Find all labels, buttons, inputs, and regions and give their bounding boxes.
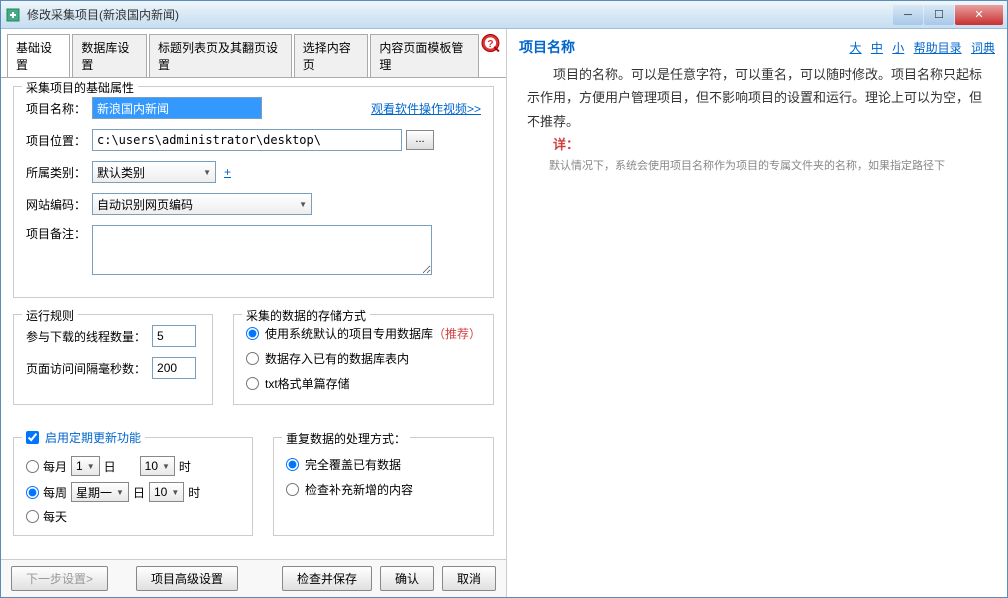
- detail-label: 详：: [553, 137, 579, 152]
- help-title: 项目名称: [519, 37, 575, 57]
- project-name-input[interactable]: [92, 97, 262, 119]
- tab-database[interactable]: 数据库设置: [72, 34, 147, 78]
- close-button[interactable]: ✕: [955, 5, 1003, 25]
- schedule-daily-radio[interactable]: [26, 510, 39, 523]
- run-legend: 运行规则: [22, 307, 78, 324]
- duplicate-fieldset: 重复数据的处理方式： 完全覆盖已有数据 检查补充新增的内容: [273, 437, 494, 536]
- schedule-weekly-radio[interactable]: [26, 486, 39, 499]
- dup-overwrite-radio[interactable]: [286, 458, 299, 471]
- tab-bar: 基础设置 数据库设置 标题列表页及其翻页设置 选择内容页 内容页面模板管理 ?: [1, 29, 506, 77]
- monthly-label: 每月: [43, 458, 67, 475]
- storage-opt3: txt格式单篇存储: [265, 375, 350, 392]
- prev-button[interactable]: 下一步设置>: [11, 566, 108, 591]
- button-bar: 下一步设置> 项目高级设置 检查并保存 确认 取消: [1, 559, 506, 597]
- cancel-button[interactable]: 取消: [442, 566, 496, 591]
- remark-textarea[interactable]: [92, 225, 432, 275]
- path-label: 项目位置：: [26, 132, 92, 149]
- storage-opt1: 使用系统默认的项目专用数据库: [265, 325, 433, 342]
- basic-legend: 采集项目的基础属性: [22, 79, 138, 96]
- check-save-button[interactable]: 检查并保存: [282, 566, 372, 591]
- help-icon[interactable]: ?: [481, 33, 500, 53]
- schedule-monthly-radio[interactable]: [26, 460, 39, 473]
- tab-listpage[interactable]: 标题列表页及其翻页设置: [149, 34, 292, 78]
- tab-template[interactable]: 内容页面模板管理: [370, 34, 479, 78]
- help-catalog-link[interactable]: 帮助目录: [914, 41, 962, 55]
- minimize-button[interactable]: ─: [893, 5, 923, 25]
- hour-unit: 时: [179, 458, 191, 475]
- storage-radio-default[interactable]: [246, 327, 259, 340]
- dict-link[interactable]: 词典: [971, 41, 995, 55]
- day-unit: 日: [104, 458, 116, 475]
- category-value: 默认类别: [97, 164, 145, 181]
- window-controls: ─ ☐ ✕: [892, 5, 1003, 25]
- storage-legend: 采集的数据的存储方式: [242, 307, 370, 324]
- tab-basic[interactable]: 基础设置: [7, 34, 70, 78]
- encoding-dropdown[interactable]: 自动识别网页编码 ▼: [92, 193, 312, 215]
- storage-radio-txt[interactable]: [246, 377, 259, 390]
- interval-label: 页面访问间隔毫秒数：: [26, 360, 146, 377]
- app-window: 修改采集项目(新浪国内新闻) ─ ☐ ✕ 基础设置 数据库设置 标题列表页及其翻…: [0, 0, 1008, 598]
- project-path-input[interactable]: [92, 129, 402, 151]
- remark-label: 项目备注：: [26, 225, 92, 242]
- weekly-hour-dropdown[interactable]: 10▼: [149, 482, 184, 502]
- schedule-enable-label: 启用定期更新功能: [45, 429, 141, 446]
- browse-button[interactable]: ...: [406, 130, 434, 150]
- dup-opt1: 完全覆盖已有数据: [305, 456, 401, 473]
- advanced-button[interactable]: 项目高级设置: [136, 566, 238, 591]
- category-dropdown[interactable]: 默认类别 ▼: [92, 161, 216, 183]
- chevron-down-icon: ▼: [299, 200, 307, 209]
- hour-unit2: 时: [188, 484, 200, 501]
- tab-content-area: 采集项目的基础属性 项目名称： 观看软件操作视频>> 项目位置： ... 所属类…: [1, 77, 506, 559]
- ok-button[interactable]: 确认: [380, 566, 434, 591]
- font-mid-link[interactable]: 中: [871, 41, 883, 55]
- help-panel: 项目名称 大 中 小 帮助目录 词典 项目的名称。可以是任意字符，可以重名，可以…: [507, 29, 1007, 597]
- tab-content[interactable]: 选择内容页: [294, 34, 369, 78]
- basic-props-fieldset: 采集项目的基础属性 项目名称： 观看软件操作视频>> 项目位置： ... 所属类…: [13, 86, 494, 298]
- window-title: 修改采集项目(新浪国内新闻): [27, 6, 892, 23]
- font-small-link[interactable]: 小: [892, 41, 904, 55]
- schedule-fieldset: 启用定期更新功能 每月 1▼ 日 10▼ 时: [13, 437, 253, 536]
- dup-append-radio[interactable]: [286, 483, 299, 496]
- encoding-value: 自动识别网页编码: [97, 196, 193, 213]
- interval-input[interactable]: [152, 357, 196, 379]
- monthly-hour-dropdown[interactable]: 10▼: [140, 456, 175, 476]
- video-link[interactable]: 观看软件操作视频>>: [371, 100, 481, 117]
- name-label: 项目名称：: [26, 100, 92, 117]
- left-panel: 基础设置 数据库设置 标题列表页及其翻页设置 选择内容页 内容页面模板管理 ? …: [1, 29, 507, 597]
- maximize-button[interactable]: ☐: [924, 5, 954, 25]
- category-label: 所属类别：: [26, 164, 92, 181]
- weekly-day-dropdown[interactable]: 星期一▼: [71, 482, 129, 502]
- storage-fieldset: 采集的数据的存储方式 使用系统默认的项目专用数据库 （推荐） 数据存入已有的数据…: [233, 314, 494, 405]
- encoding-label: 网站编码：: [26, 196, 92, 213]
- dup-legend: 重复数据的处理方式：: [282, 430, 410, 447]
- chevron-down-icon: ▼: [203, 168, 211, 177]
- daily-label: 每天: [43, 508, 67, 525]
- app-icon: [5, 7, 21, 23]
- svg-text:?: ?: [487, 39, 493, 50]
- threads-input[interactable]: [152, 325, 196, 347]
- font-big-link[interactable]: 大: [850, 41, 862, 55]
- storage-opt2: 数据存入已有的数据库表内: [265, 350, 409, 367]
- help-text2: 默认情况下，系统会使用项目名称作为项目的专属文件夹的名称，如果指定路径下: [527, 157, 987, 177]
- add-category-link[interactable]: +: [224, 165, 231, 179]
- help-text1: 项目的名称。可以是任意字符，可以重名，可以随时修改。项目名称只起标示作用，方便用…: [527, 63, 987, 133]
- help-body: 项目的名称。可以是任意字符，可以重名，可以随时修改。项目名称只起标示作用，方便用…: [519, 63, 995, 176]
- content-area: 基础设置 数据库设置 标题列表页及其翻页设置 选择内容页 内容页面模板管理 ? …: [1, 29, 1007, 597]
- weekly-label: 每周: [43, 484, 67, 501]
- run-rules-fieldset: 运行规则 参与下载的线程数量： 页面访问间隔毫秒数：: [13, 314, 213, 405]
- dup-opt2: 检查补充新增的内容: [305, 481, 413, 498]
- monthly-day-dropdown[interactable]: 1▼: [71, 456, 100, 476]
- threads-label: 参与下载的线程数量：: [26, 328, 146, 345]
- storage-radio-existing[interactable]: [246, 352, 259, 365]
- recommend-label: （推荐）: [433, 325, 481, 342]
- schedule-enable-checkbox[interactable]: [26, 431, 39, 444]
- titlebar[interactable]: 修改采集项目(新浪国内新闻) ─ ☐ ✕: [1, 1, 1007, 29]
- day-unit2: 日: [133, 484, 145, 501]
